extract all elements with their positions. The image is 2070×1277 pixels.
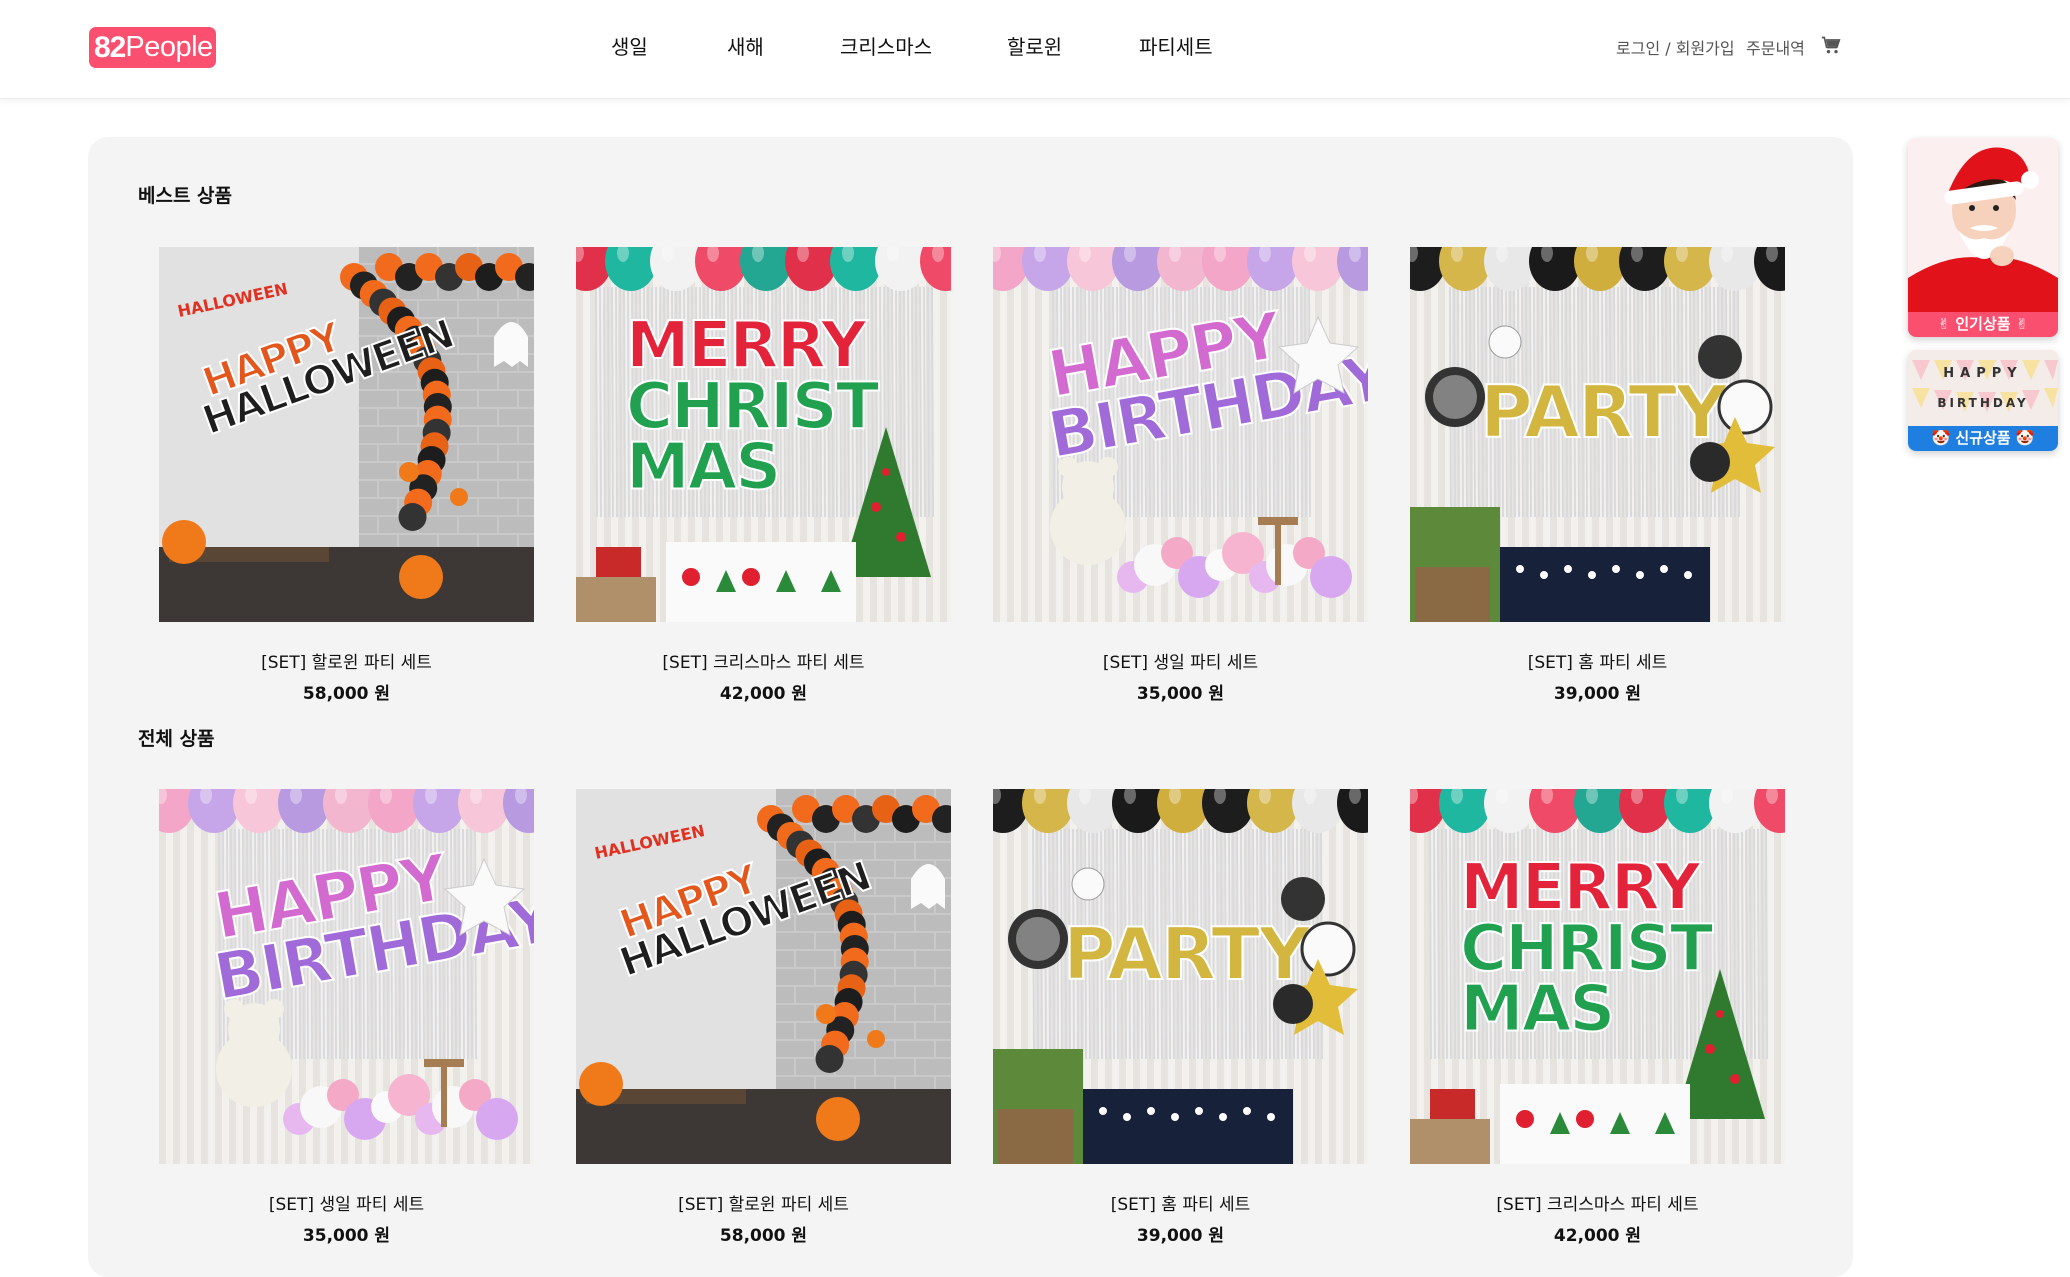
product-image-party[interactable]: PARTY <box>1410 247 1785 622</box>
logo-word: People <box>125 31 213 63</box>
product-price: 35,000 원 <box>1136 684 1225 704</box>
product-name[interactable]: [SET] 홈 파티 세트 <box>993 1190 1368 1215</box>
product-name[interactable]: [SET] 생일 파티 세트 <box>159 1190 534 1215</box>
popular-products-label: ✌ 인기상품 ✌ <box>1908 312 2058 337</box>
product-name[interactable]: [SET] 생일 파티 세트 <box>993 648 1368 673</box>
site-header: 82 People 생일 새해 크리스마스 할로윈 파티세트 로그인 / 회원가입… <box>0 0 2070 99</box>
product-name[interactable]: [SET] 할로윈 파티 세트 <box>576 1190 951 1215</box>
product-card[interactable]: MERRY CHRIST MAS [SET] 크리스마스 파티 세트 42,000 원 <box>1410 789 1785 1246</box>
login-signup-link[interactable]: 로그인 / 회원가입 <box>1616 35 1735 58</box>
popular-products-banner[interactable]: ✌ 인기상품 ✌ <box>1908 138 2058 337</box>
new-products-banner[interactable]: HAPPY BIRTHDAY 🤡 신규상품 🤡 <box>1908 350 2058 451</box>
svg-text:MAS: MAS <box>1460 973 1613 1047</box>
product-card[interactable]: HAPPY HALLOWEEN HALLOWEEN [SET] 할로윈 파티 세트 58… <box>576 789 951 1246</box>
new-banner-top-text: HAPPY <box>1943 366 2022 381</box>
product-image-party[interactable]: PARTY <box>993 789 1368 1164</box>
product-name[interactable]: [SET] 크리스마스 파티 세트 <box>1410 1190 1785 1215</box>
product-name[interactable]: [SET] 크리스마스 파티 세트 <box>576 648 951 673</box>
birthday-banner-image: HAPPY BIRTHDAY <box>1908 350 2058 426</box>
product-image-birthday[interactable]: HAPPY BIRTHDAY <box>993 247 1368 622</box>
product-price: 42,000 원 <box>1553 1226 1642 1246</box>
product-panel: 베스트 상품 HAPPY HALLOWEEN HALLOWEEN [SET] 할로윈 … <box>88 137 1853 1277</box>
order-history-link[interactable]: 주문내역 <box>1746 35 1805 58</box>
nav-item-birthday[interactable]: 생일 <box>611 31 648 60</box>
cart-icon[interactable] <box>1821 35 1841 55</box>
site-logo[interactable]: 82 People <box>89 27 216 68</box>
product-price: 39,000 원 <box>1553 684 1642 704</box>
new-products-label: 🤡 신규상품 🤡 <box>1908 426 2058 451</box>
all-products-title: 전체 상품 <box>138 728 215 750</box>
best-products-title: 베스트 상품 <box>138 185 233 207</box>
product-price: 35,000 원 <box>302 1226 391 1246</box>
product-price: 39,000 원 <box>1136 1226 1225 1246</box>
logo-number: 82 <box>94 30 126 64</box>
product-price: 58,000 원 <box>719 1226 808 1246</box>
svg-text:MAS: MAS <box>626 431 779 505</box>
product-image-halloween[interactable]: HAPPY HALLOWEEN HALLOWEEN <box>159 247 534 622</box>
nav-item-christmas[interactable]: 크리스마스 <box>840 31 932 60</box>
santa-image <box>1908 138 2058 312</box>
product-name[interactable]: [SET] 할로윈 파티 세트 <box>159 648 534 673</box>
new-banner-bottom-text: BIRTHDAY <box>1937 396 2028 410</box>
product-image-christmas[interactable]: MERRY CHRIST MAS <box>576 247 951 622</box>
product-card[interactable]: HAPPY BIRTHDAY [SET] 생일 파티 세트 35,000 원 <box>993 247 1368 704</box>
svg-text:PARTY: PARTY <box>1480 370 1728 454</box>
product-image-halloween[interactable]: HAPPY HALLOWEEN HALLOWEEN <box>576 789 951 1164</box>
nav-item-party-set[interactable]: 파티세트 <box>1139 31 1213 60</box>
product-price: 58,000 원 <box>302 684 391 704</box>
nav-item-halloween[interactable]: 할로윈 <box>1007 31 1062 60</box>
svg-text:PARTY: PARTY <box>1063 912 1311 996</box>
product-image-birthday[interactable]: HAPPY BIRTHDAY <box>159 789 534 1164</box>
product-card[interactable]: HAPPY HALLOWEEN HALLOWEEN [SET] 할로윈 파티 세트 58… <box>159 247 534 704</box>
nav-item-newyear[interactable]: 새해 <box>727 31 764 60</box>
product-card[interactable]: PARTY [SET] 홈 파티 세트 39,000 원 <box>1410 247 1785 704</box>
product-name[interactable]: [SET] 홈 파티 세트 <box>1410 648 1785 673</box>
product-card[interactable]: MERRY CHRIST MAS [SET] 크리스마스 파티 세트 42,000 원 <box>576 247 951 704</box>
product-price: 42,000 원 <box>719 684 808 704</box>
product-card[interactable]: PARTY [SET] 홈 파티 세트 39,000 원 <box>993 789 1368 1246</box>
product-card[interactable]: HAPPY BIRTHDAY [SET] 생일 파티 세트 35,000 원 <box>159 789 534 1246</box>
product-image-christmas[interactable]: MERRY CHRIST MAS <box>1410 789 1785 1164</box>
